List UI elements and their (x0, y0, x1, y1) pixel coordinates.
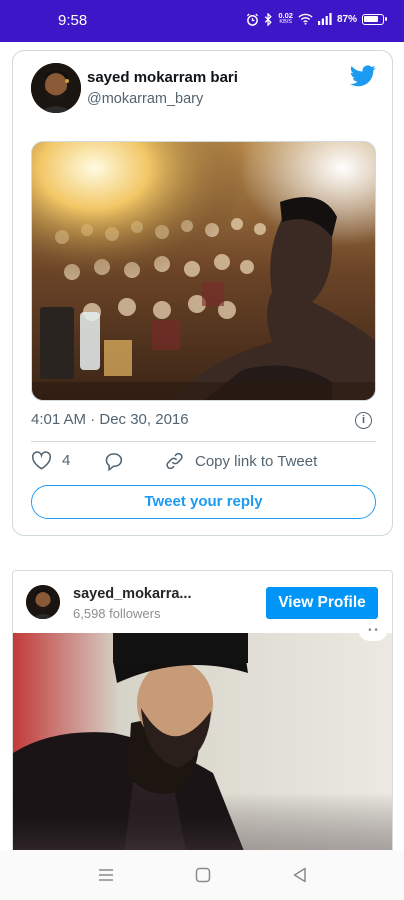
status-bar: 9:58 0.02 KB/S 87% (0, 0, 404, 42)
reply-icon (105, 453, 123, 471)
tweet-author-handle[interactable]: @mokarram_bary (87, 91, 203, 107)
menu-icon[interactable] (97, 866, 115, 884)
data-speed-unit: KB/S (279, 19, 292, 25)
like-action[interactable]: 4 (31, 451, 70, 470)
navigation-bar (0, 850, 404, 900)
signal-icon (317, 13, 332, 25)
bluetooth-icon (265, 12, 273, 26)
link-icon (166, 452, 183, 470)
back-icon[interactable] (291, 866, 309, 884)
heart-icon (31, 451, 52, 470)
status-icons: 0.02 KB/S 87% (246, 12, 387, 26)
copy-link-label: Copy link to Tweet (195, 452, 318, 470)
twitter-bird-icon[interactable] (350, 65, 376, 87)
tweet-actions: 4 Copy link to Tweet (31, 451, 376, 477)
instagram-followers: 6,598 followers (73, 606, 161, 621)
battery-percent: 87% (336, 13, 357, 25)
crowd-photo (32, 142, 375, 400)
alarm-icon (247, 12, 259, 26)
like-count: 4 (62, 452, 71, 469)
info-icon[interactable]: i (355, 412, 372, 429)
instagram-avatar-image (26, 585, 60, 619)
instagram-username[interactable]: sayed_mokarra... (73, 586, 192, 602)
tweet-card[interactable]: sayed mokarram bari @mokarram_bary 4:01 … (12, 50, 393, 536)
instagram-avatar[interactable] (26, 585, 60, 619)
copy-link-action[interactable]: Copy link to Tweet (164, 451, 317, 471)
tweet-author-name[interactable]: sayed mokarram bari (87, 69, 238, 86)
tweet-reply-button[interactable]: Tweet your reply (31, 485, 376, 519)
tweet-photo[interactable] (31, 141, 376, 401)
battery-icon (362, 13, 387, 25)
view-profile-button[interactable]: View Profile (266, 587, 378, 619)
avatar-image (31, 63, 81, 113)
status-time: 9:58 (58, 12, 88, 29)
tweet-divider (31, 441, 376, 442)
tweet-author-avatar[interactable] (31, 63, 81, 113)
home-icon[interactable] (194, 866, 212, 884)
tweet-timestamp[interactable]: 4:01 AM · Dec 30, 2016 (31, 411, 189, 428)
portrait-photo (13, 633, 392, 859)
wifi-icon (298, 13, 313, 25)
data-speed-value: 0.02 (278, 11, 293, 20)
instagram-photo[interactable] (13, 633, 392, 859)
data-speed: 0.02 KB/S (278, 12, 293, 26)
instagram-card[interactable]: sayed_mokarra... 6,598 followers View Pr… (12, 570, 393, 860)
reply-action[interactable] (103, 451, 124, 471)
